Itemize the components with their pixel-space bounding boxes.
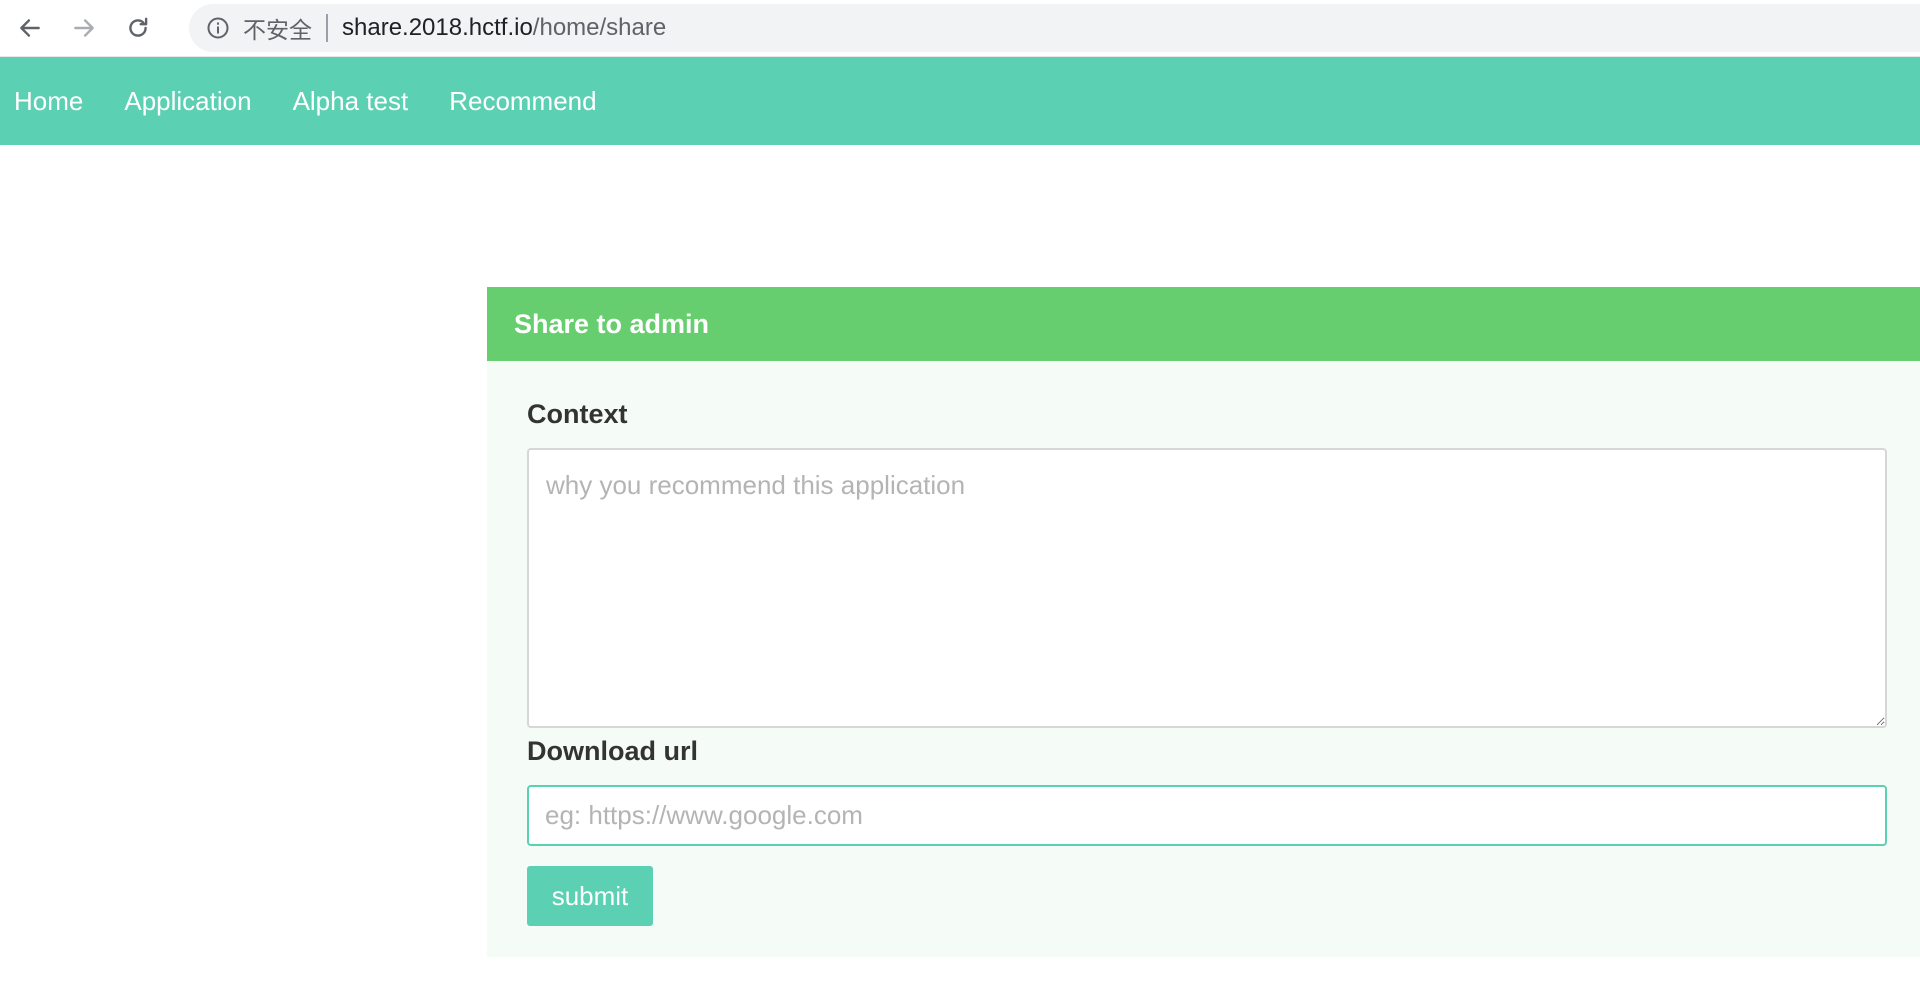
- site-navbar: Home Application Alpha test Recommend: [0, 57, 1920, 145]
- forward-button[interactable]: [67, 11, 101, 45]
- context-textarea[interactable]: [527, 448, 1887, 728]
- nav-home-link[interactable]: Home: [14, 86, 83, 117]
- arrow-left-icon: [20, 19, 40, 37]
- download-url-label: Download url: [527, 736, 698, 766]
- arrow-right-icon: [74, 19, 94, 37]
- panel-title: Share to admin: [487, 287, 1920, 361]
- url-text[interactable]: share.2018.hctf.io/home/share: [342, 14, 666, 42]
- info-icon[interactable]: [205, 15, 231, 41]
- security-status-label: 不安全: [243, 18, 312, 44]
- browser-toolbar: 不安全 share.2018.hctf.io/home/share: [0, 0, 1920, 57]
- reload-icon: [129, 17, 148, 37]
- submit-button[interactable]: submit: [527, 866, 653, 926]
- context-label: Context: [527, 399, 628, 429]
- address-bar[interactable]: 不安全 share.2018.hctf.io/home/share: [189, 4, 1920, 52]
- nav-application-link[interactable]: Application: [124, 86, 251, 117]
- share-panel: Share to admin Context Download url subm…: [487, 287, 1920, 957]
- back-button[interactable]: [13, 11, 47, 45]
- nav-alpha-test-link[interactable]: Alpha test: [293, 86, 409, 117]
- download-url-input[interactable]: [527, 785, 1887, 846]
- url-path: /home/share: [532, 14, 667, 41]
- nav-recommend-link[interactable]: Recommend: [449, 86, 596, 117]
- share-form: Context Download url submit: [487, 361, 1920, 926]
- address-separator: [326, 14, 328, 42]
- reload-button[interactable]: [121, 11, 155, 45]
- url-host: share.2018.hctf.io: [342, 14, 533, 41]
